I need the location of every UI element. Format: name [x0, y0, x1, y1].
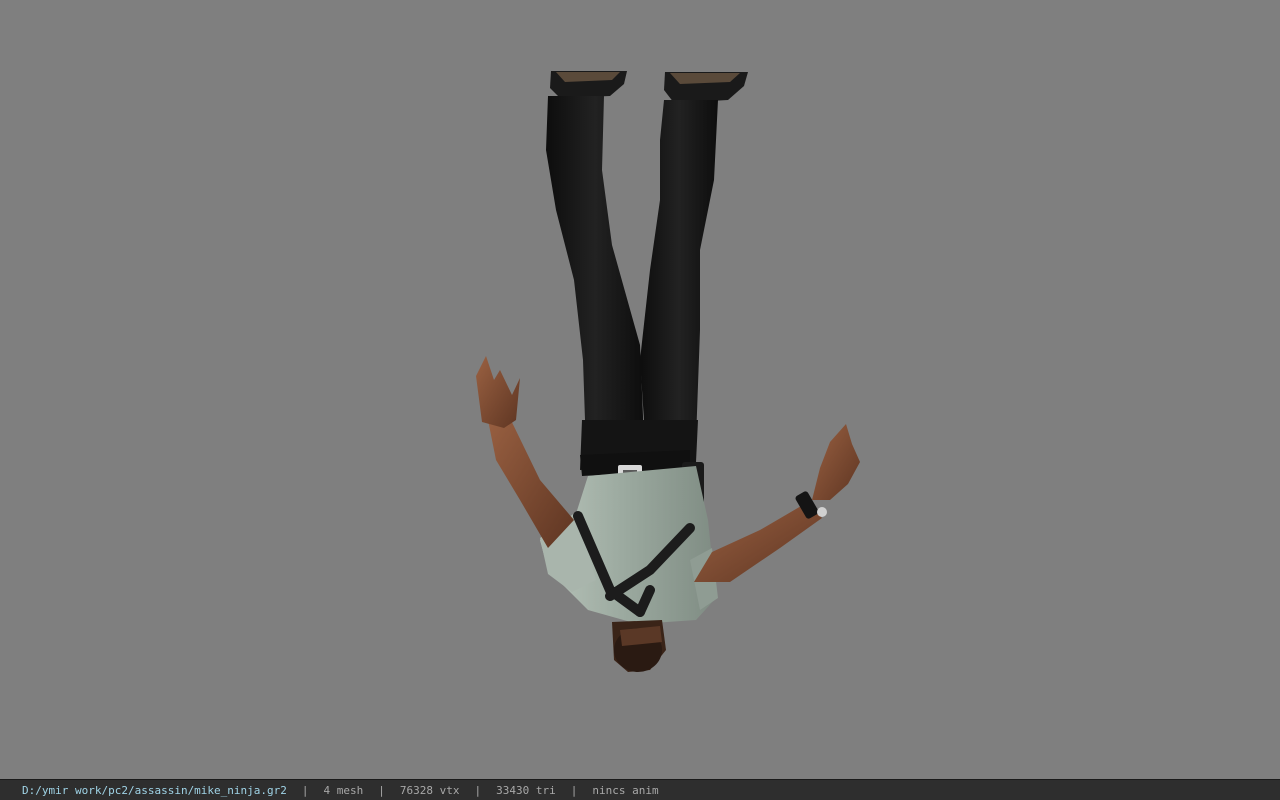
animation-status: nincs anim [592, 783, 659, 797]
triangle-count: 33430 tri [496, 783, 556, 797]
separator: | [570, 783, 578, 797]
separator: | [301, 783, 309, 797]
separator: | [474, 783, 482, 797]
status-bar: D:/ymir work/pc2/assassin/mike_ninja.gr2… [0, 779, 1280, 800]
file-path: D:/ymir work/pc2/assassin/mike_ninja.gr2 [22, 783, 287, 797]
head [612, 620, 666, 672]
pants [546, 96, 718, 470]
character-model[interactable] [0, 0, 1280, 779]
3d-viewport[interactable] [0, 0, 1280, 779]
mesh-count: 4 mesh [323, 783, 364, 797]
separator: | [378, 783, 385, 797]
vertex-count: 76328 vtx [399, 783, 460, 797]
